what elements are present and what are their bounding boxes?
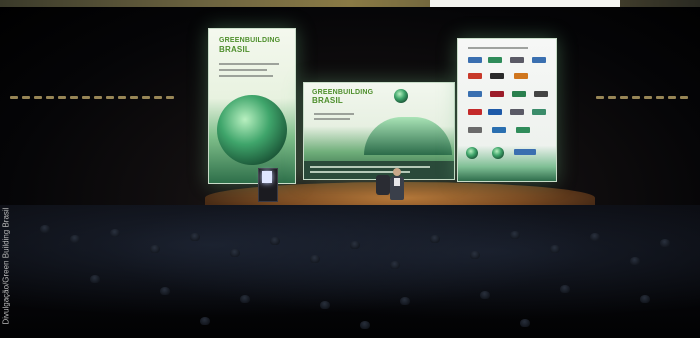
audience-head [550,245,560,253]
banner-left: GREENBUILDING BRASIL [208,28,296,184]
audience-head [320,301,330,309]
audience-head [350,241,360,249]
audience-head [520,319,530,327]
banner-sponsors [457,38,557,182]
sponsor-logo [516,127,530,133]
sponsor-logo [488,57,502,63]
audience-head [660,239,670,247]
banner-left-brand-line1: GREENBUILDING [219,37,281,44]
speaker-head [393,168,401,176]
banner-left-brand-line2: BRASIL [219,45,250,54]
sponsor-header-line [468,47,528,49]
sponsor-logo [512,91,526,97]
seal-icon [466,147,478,159]
banner-left-text-line [219,63,279,65]
podium-screen [262,171,272,183]
audience-head [310,255,320,263]
banner-center-brand-line1: GREENBUILDING [312,89,374,96]
top-edge-highlight [430,0,620,7]
audience-head [240,295,250,303]
audience-head [40,225,50,233]
banner-left-text-line [219,69,267,71]
audience-head [360,321,370,329]
audience-head [160,287,170,295]
audience-head [390,261,400,269]
audience-head [560,285,570,293]
banner-center: GREENBUILDING BRASIL [303,82,455,180]
speaker-shirt [394,178,400,186]
sponsor-logo [468,109,482,115]
audience-head [480,291,490,299]
audience-head [590,233,600,241]
photo-credit: Divulgação/Green Building Brasil [1,207,11,325]
sponsor-logo [488,109,502,115]
sponsor-logo [468,91,482,97]
banner-center-text-line [314,118,350,120]
audience-head [270,237,280,245]
audience-head [150,245,160,253]
sponsor-logo [514,73,528,79]
chair [376,175,390,195]
audience-head [90,275,100,283]
sponsor-logo [510,109,524,115]
sponsor-logo [532,57,546,63]
audience-head [470,251,480,259]
audience-head [400,297,410,305]
globe-graphic [217,95,287,165]
audience-head [70,235,80,243]
sponsor-logo [490,73,504,79]
building-graphic [364,117,452,155]
audience-head [110,229,120,237]
sponsor-logo [468,73,482,79]
audience-head [200,317,210,325]
audience-head [640,295,650,303]
sponsor-logo [468,127,482,133]
audience [0,205,700,338]
audience-head [630,257,640,265]
sponsor-logo [534,91,548,97]
seal-icon [492,147,504,159]
seal-icon [394,89,408,103]
audience-head [510,231,520,239]
sponsor-logo [468,57,482,63]
footer-text-line [310,166,430,168]
sponsor-logo [510,57,524,63]
banner-center-text-line [314,113,354,115]
sponsor-logo [514,149,536,155]
audience-head [430,235,440,243]
audience-head [190,233,200,241]
banner-left-text-line [219,75,273,77]
event-photo: GREENBUILDING BRASIL GREENBUILDING BRASI… [0,0,700,338]
balcony-lights-left [10,86,200,99]
sponsor-logo [492,127,506,133]
sponsor-logo [532,109,546,115]
sponsor-logo [490,91,504,97]
balcony-lights-right [596,86,700,99]
audience-head [230,249,240,257]
banner-center-brand-line2: BRASIL [312,96,343,105]
